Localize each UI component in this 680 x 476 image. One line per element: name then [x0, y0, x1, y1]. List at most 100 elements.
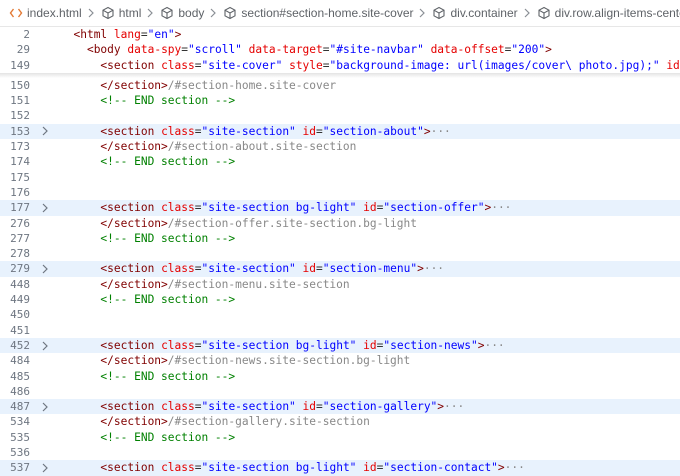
code-text: <!-- END section -->: [60, 154, 235, 169]
code-token: [424, 43, 431, 56]
code-token: [60, 217, 100, 230]
code-line[interactable]: 534 </section>/#section-gallery.site-sec…: [0, 414, 680, 429]
code-line[interactable]: 173 </section>/#section-about.site-secti…: [0, 139, 680, 154]
code-line[interactable]: 2 <html lang="en">: [0, 27, 680, 42]
code-line[interactable]: 449 <!-- END section -->: [0, 292, 680, 307]
code-text: </section>/#section-about.site-section: [60, 139, 356, 154]
line-number: 152: [0, 108, 30, 123]
code-token: [60, 232, 100, 245]
code-line[interactable]: 152: [0, 108, 680, 123]
code-line[interactable]: 151 <!-- END section -->: [0, 93, 680, 108]
code-line[interactable]: 448 </section>/#section-menu.site-sectio…: [0, 277, 680, 292]
code-line[interactable]: 175: [0, 170, 680, 185]
code-line[interactable]: 486: [0, 384, 680, 399]
code-line[interactable]: 149 <section class="site-cover" style="b…: [0, 58, 680, 73]
code-line[interactable]: 177 <section class="site-section bg-ligh…: [0, 200, 680, 215]
code-token: /#section-gallery.site-section: [168, 415, 370, 428]
code-token: <section: [100, 339, 154, 352]
code-token: =: [195, 339, 202, 352]
breadcrumb-item[interactable]: index.html: [8, 5, 82, 21]
code-token: [60, 59, 100, 72]
code-token: class: [161, 339, 195, 352]
fold-chevron-icon[interactable]: [30, 463, 60, 473]
code-line[interactable]: 276 </section>/#section-offer.site-secti…: [0, 216, 680, 231]
line-number: 173: [0, 139, 30, 154]
code-line[interactable]: 277 <!-- END section -->: [0, 231, 680, 246]
fold-chevron-icon[interactable]: [30, 126, 60, 136]
code-line[interactable]: 452 <section class="site-section bg-ligh…: [0, 338, 680, 353]
line-number: 534: [0, 414, 30, 429]
code-token: "scroll": [188, 43, 242, 56]
code-token: id: [303, 400, 316, 413]
code-token: "section-about": [323, 125, 424, 138]
code-line[interactable]: 451: [0, 323, 680, 338]
line-number: 174: [0, 154, 30, 169]
code-token: <section: [100, 461, 154, 474]
code-token: =: [323, 43, 330, 56]
code-line[interactable]: 485 <!-- END section -->: [0, 369, 680, 384]
code-token: id: [666, 59, 679, 72]
code-token: [60, 415, 100, 428]
fold-chevron-icon[interactable]: [30, 203, 60, 213]
code-token: >: [417, 262, 424, 275]
line-number: 177: [0, 200, 30, 215]
code-line[interactable]: 487 <section class="site-section" id="se…: [0, 399, 680, 414]
code-line[interactable]: 176: [0, 185, 680, 200]
code-line[interactable]: 279 <section class="site-section" id="se…: [0, 261, 680, 276]
code-token: [60, 431, 100, 444]
code-token: >: [424, 125, 431, 138]
code-token: >: [545, 43, 552, 56]
code-token: [107, 28, 114, 41]
code-token: [60, 461, 100, 474]
code-line[interactable]: 450: [0, 307, 680, 322]
code-token: class: [161, 59, 195, 72]
code-token: [60, 140, 100, 153]
breadcrumb-item[interactable]: body: [159, 5, 204, 21]
code-token: <section: [100, 59, 154, 72]
code-line[interactable]: 536: [0, 445, 680, 460]
code-token: id: [303, 125, 316, 138]
code-token: =: [323, 59, 330, 72]
code-token: data-offset: [431, 43, 505, 56]
chevron-right-icon: [146, 8, 154, 18]
code-token: >: [175, 28, 182, 41]
code-token: /#section-menu.site-section: [168, 278, 350, 291]
breadcrumb-item[interactable]: div.container: [431, 5, 517, 21]
code-token: id: [303, 262, 316, 275]
line-number: 29: [0, 42, 30, 57]
breadcrumb: index.html html body section#section-home.s…: [0, 0, 680, 27]
sticky-scroll-header[interactable]: 2 <html lang="en">29 <body data-spy="scr…: [0, 27, 680, 73]
code-text: <section class="site-section bg-light" i…: [60, 200, 511, 215]
code-line[interactable]: 29 <body data-spy="scroll" data-target="…: [0, 42, 680, 57]
line-number: 448: [0, 277, 30, 292]
fold-chevron-icon[interactable]: [30, 341, 60, 351]
code-line[interactable]: 174 <!-- END section -->: [0, 154, 680, 169]
code-editor[interactable]: 2 <html lang="en">29 <body data-spy="scr…: [0, 27, 680, 476]
line-number: 451: [0, 323, 30, 338]
code-token: "site-section": [202, 125, 296, 138]
breadcrumb-item[interactable]: html: [100, 5, 142, 21]
code-token: [60, 94, 100, 107]
code-line[interactable]: 484 </section>/#section-news.site-sectio…: [0, 353, 680, 368]
code-text: <!-- END section -->: [60, 430, 235, 445]
code-token: =: [377, 461, 384, 474]
code-line[interactable]: 278: [0, 246, 680, 261]
code-token: "#site-navbar": [330, 43, 424, 56]
fold-chevron-icon[interactable]: [30, 264, 60, 274]
line-number: 276: [0, 216, 30, 231]
code-line[interactable]: 153 <section class="site-section" id="se…: [0, 124, 680, 139]
element-icon: [431, 5, 447, 21]
code-token: /#section-home.site-cover: [168, 79, 336, 92]
breadcrumb-label: div.container: [450, 6, 517, 20]
code-line[interactable]: 535 <!-- END section -->: [0, 430, 680, 445]
code-token: [60, 278, 100, 291]
breadcrumb-item[interactable]: div.row.align-items-center.justify-conte…: [536, 5, 680, 21]
code-line[interactable]: 150 </section>/#section-home.site-cover: [0, 78, 680, 93]
breadcrumb-item[interactable]: section#section-home.site-cover: [222, 5, 413, 21]
code-text: </section>/#section-offer.site-section.b…: [60, 216, 417, 231]
code-line[interactable]: 537 <section class="site-section bg-ligh…: [0, 460, 680, 475]
fold-chevron-icon[interactable]: [30, 402, 60, 412]
code-token: <section: [100, 201, 154, 214]
code-token: class: [161, 461, 195, 474]
line-number: 279: [0, 261, 30, 276]
